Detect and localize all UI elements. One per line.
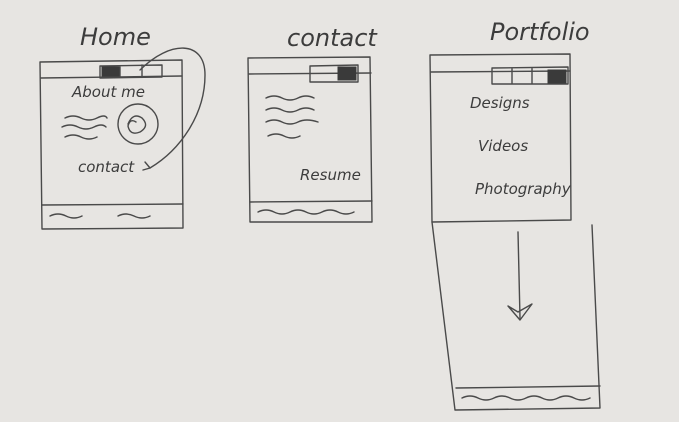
contact-active-tab <box>337 66 357 81</box>
wireframe-sketch: Home About me contact contact Resume Por… <box>0 0 679 422</box>
home-footer-line <box>41 203 184 206</box>
portfolio-active-tab <box>547 69 567 84</box>
portfolio-photography: Photography <box>475 180 572 198</box>
home-title: Home <box>80 23 151 51</box>
portfolio-designs: Designs <box>470 94 530 112</box>
portfolio-videos: Videos <box>478 137 528 155</box>
contact-title: contact <box>287 24 378 52</box>
home-about-me: About me <box>71 83 145 101</box>
paper-background <box>0 0 679 422</box>
contact-footer-line <box>249 200 373 203</box>
contact-resume-link: Resume <box>300 166 361 184</box>
home-contact-link: contact <box>78 158 135 176</box>
home-active-tab <box>101 66 120 77</box>
portfolio-title: Portfolio <box>490 18 590 46</box>
